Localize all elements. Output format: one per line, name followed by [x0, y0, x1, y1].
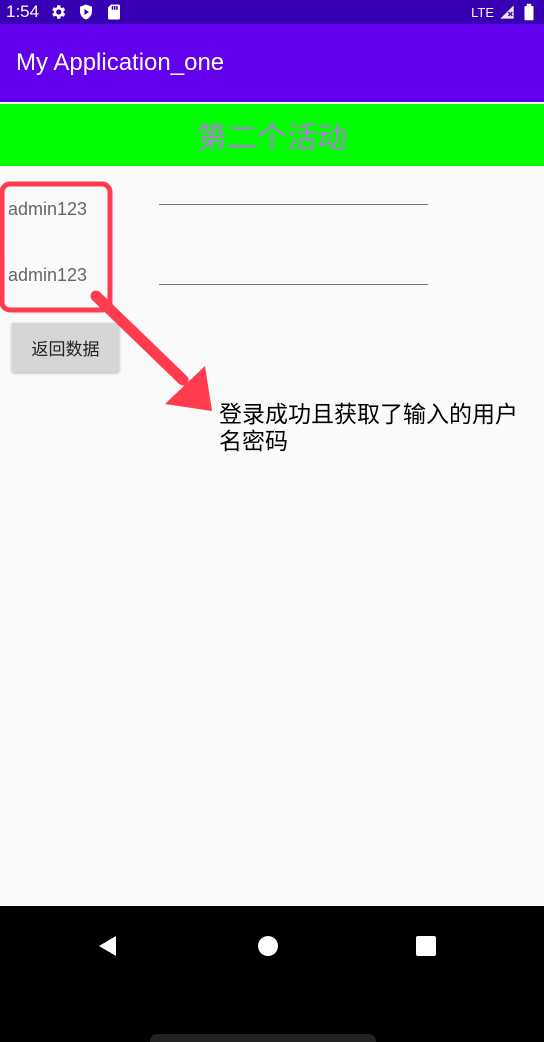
- status-right: LTE: [471, 3, 538, 21]
- banner-title: 第二个活动: [197, 121, 347, 156]
- battery-icon: [520, 3, 538, 21]
- status-left: 1:54: [6, 2, 123, 22]
- signal-icon: [498, 3, 516, 21]
- app-title: My Application_one: [16, 49, 225, 76]
- recents-button[interactable]: [406, 926, 446, 966]
- return-data-button[interactable]: 返回数据: [12, 323, 119, 372]
- home-button[interactable]: [248, 926, 288, 966]
- username-display: admin123: [8, 199, 88, 219]
- network-type: LTE: [471, 4, 494, 20]
- status-bar: 1:54 LTE: [0, 0, 544, 24]
- activity-content: 第二个活动 admin123 admin123 返回数据 登录成功且获取了输入的…: [0, 102, 544, 906]
- status-time: 1:54: [6, 2, 40, 21]
- sd-card-icon: [105, 3, 123, 21]
- back-button[interactable]: [88, 926, 128, 966]
- annotation-text: 登录成功且获取了输入的用户名密码: [219, 402, 518, 455]
- back-icon: [99, 936, 116, 956]
- app-bar: My Application_one: [0, 24, 544, 102]
- password-display: admin123: [8, 265, 88, 285]
- home-indicator: [150, 1034, 376, 1042]
- play-protect-icon: [77, 3, 95, 21]
- password-input[interactable]: [159, 255, 428, 285]
- gear-icon: [49, 3, 67, 21]
- activity-banner: 第二个活动: [0, 104, 544, 166]
- username-input[interactable]: [159, 175, 428, 205]
- recents-icon: [416, 936, 436, 956]
- navigation-bar: [0, 906, 544, 1042]
- home-icon: [258, 936, 278, 956]
